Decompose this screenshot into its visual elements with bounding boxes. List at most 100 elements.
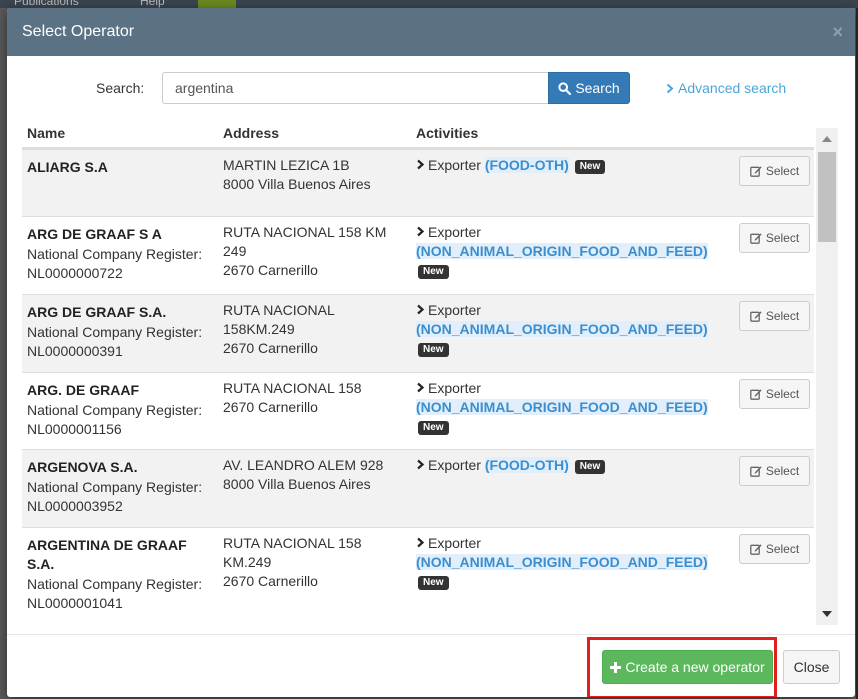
- operators-table: Name Address Activities ALIARG S.A MARTIN…: [22, 120, 840, 618]
- address-line-2: 8000 Villa Buenos Aires: [223, 476, 371, 492]
- table-scrollbar[interactable]: [816, 128, 838, 625]
- edit-icon: [749, 311, 762, 322]
- address-cell: MARTIN LEZICA 1B 8000 Villa Buenos Aires: [223, 156, 409, 194]
- activity-code: (FOOD-OTH): [484, 457, 569, 473]
- address-line-2: 8000 Villa Buenos Aires: [223, 176, 371, 192]
- scroll-down-arrow-icon[interactable]: [822, 611, 832, 617]
- table-header: Name Address Activities: [22, 120, 814, 149]
- search-label: Search:: [96, 80, 145, 96]
- select-operator-button[interactable]: Select: [739, 301, 810, 331]
- register-number: NL0000001041: [27, 595, 123, 611]
- edit-icon: [749, 389, 762, 400]
- advanced-search-link[interactable]: Advanced search: [666, 80, 786, 96]
- operator-name: ARG DE GRAAF S A: [27, 226, 162, 242]
- table-row: ARG DE GRAAF S A National Company Registe…: [22, 216, 814, 294]
- select-operator-button[interactable]: Select: [739, 156, 810, 186]
- table-row: ARGENOVA S.A. National Company Register: N…: [22, 449, 814, 527]
- column-header-address: Address: [223, 125, 280, 141]
- search-button-label: Search: [575, 80, 620, 96]
- select-button-label: Select: [765, 464, 800, 478]
- search-input[interactable]: [162, 72, 549, 104]
- chevron-right-icon: [416, 223, 428, 242]
- scroll-up-arrow-icon[interactable]: [822, 136, 832, 142]
- address-line-2: 2670 Carnerillo: [223, 340, 318, 356]
- new-badge: New: [418, 343, 449, 357]
- address-line-1: RUTA NACIONAL 158 KM 249: [223, 224, 387, 259]
- select-button-label: Select: [765, 231, 800, 245]
- operator-name: ARGENTINA DE GRAAF S.A.: [27, 537, 187, 572]
- select-button-label: Select: [765, 542, 800, 556]
- new-badge: New: [574, 460, 606, 474]
- new-badge: New: [418, 576, 449, 590]
- select-button-label: Select: [765, 309, 800, 323]
- column-header-activities: Activities: [416, 125, 479, 141]
- plus-icon: [610, 661, 622, 673]
- address-line-1: MARTIN LEZICA 1B: [223, 157, 350, 173]
- select-operator-modal: Select Operator × Search: Search Advance…: [7, 8, 855, 697]
- register-number: NL0000001156: [27, 421, 122, 437]
- modal-header: Select Operator ×: [7, 8, 855, 56]
- select-operator-button[interactable]: Select: [739, 456, 810, 486]
- activities-cell: Exporter (FOOD-OTH) New: [416, 456, 736, 475]
- register-label: National Company Register:: [27, 246, 203, 262]
- chevron-right-icon: [666, 83, 674, 93]
- select-operator-button[interactable]: Select: [739, 379, 810, 409]
- scrollbar-thumb[interactable]: [818, 152, 836, 242]
- chevron-right-icon: [416, 534, 428, 553]
- search-row: Search: Search Advanced search: [7, 72, 855, 104]
- background-menubar: Publications Help: [0, 0, 858, 8]
- table-row: ARGENTINA DE GRAAF S.A. National Company …: [22, 527, 814, 618]
- select-button-label: Select: [765, 387, 800, 401]
- activities-cell: Exporter (NON_ANIMAL_ORIGIN_FOOD_AND_FEED…: [416, 534, 736, 591]
- register-number: NL0000000722: [27, 265, 123, 281]
- register-label: National Company Register:: [27, 576, 203, 592]
- column-header-name: Name: [27, 125, 66, 141]
- activity-type: Exporter: [428, 457, 481, 473]
- address-cell: RUTA NACIONAL 158KM.249 2670 Carnerillo: [223, 301, 409, 358]
- name-cell: ARGENTINA DE GRAAF S.A. National Company …: [27, 536, 217, 613]
- name-cell: ARGENOVA S.A. National Company Register: N…: [27, 458, 217, 516]
- activities-cell: Exporter (NON_ANIMAL_ORIGIN_FOOD_AND_FEED…: [416, 379, 736, 436]
- address-line-2: 2670 Carnerillo: [223, 573, 318, 589]
- address-line-2: 2670 Carnerillo: [223, 399, 318, 415]
- operator-name: ARGENOVA S.A.: [27, 459, 138, 475]
- register-label: National Company Register:: [27, 402, 203, 418]
- activity-type: Exporter: [428, 302, 481, 318]
- chevron-right-icon: [416, 379, 428, 398]
- bg-menu-publications: Publications: [14, 0, 79, 8]
- address-line-1: RUTA NACIONAL 158: [223, 380, 362, 396]
- bg-new-pill: [198, 0, 236, 8]
- activities-cell: Exporter (FOOD-OTH) New: [416, 156, 736, 175]
- advanced-search-label: Advanced search: [678, 80, 787, 96]
- activity-type: Exporter: [428, 224, 481, 240]
- operator-name: ALIARG S.A: [27, 159, 108, 175]
- register-number: NL0000003952: [27, 498, 123, 514]
- name-cell: ARG DE GRAAF S A National Company Registe…: [27, 225, 217, 283]
- activity-code: (NON_ANIMAL_ORIGIN_FOOD_AND_FEED): [416, 554, 708, 570]
- new-badge: New: [574, 160, 606, 174]
- activity-code: (NON_ANIMAL_ORIGIN_FOOD_AND_FEED): [416, 399, 708, 415]
- address-line-2: 2670 Carnerillo: [223, 262, 318, 278]
- create-operator-label: Create a new operator: [625, 659, 765, 675]
- table-row: ARG DE GRAAF S.A. National Company Regist…: [22, 294, 814, 372]
- new-badge: New: [418, 421, 449, 435]
- table-row: ARG. DE GRAAF National Company Register: N…: [22, 372, 814, 449]
- chevron-right-icon: [416, 456, 428, 475]
- close-icon[interactable]: ×: [832, 22, 843, 43]
- select-operator-button[interactable]: Select: [739, 223, 810, 253]
- register-number: NL0000000391: [27, 343, 123, 359]
- name-cell: ARG DE GRAAF S.A. National Company Regist…: [27, 303, 217, 361]
- select-button-label: Select: [765, 164, 800, 178]
- select-operator-button[interactable]: Select: [739, 534, 810, 564]
- address-line-1: AV. LEANDRO ALEM 928: [223, 457, 384, 473]
- modal-footer: Create a new operator Close: [7, 634, 855, 697]
- create-operator-button[interactable]: Create a new operator: [602, 650, 773, 684]
- search-button[interactable]: Search: [548, 72, 630, 104]
- address-cell: RUTA NACIONAL 158 KM.249 2670 Carnerillo: [223, 534, 409, 591]
- operator-name: ARG DE GRAAF S.A.: [27, 304, 167, 320]
- close-button[interactable]: Close: [783, 650, 840, 684]
- chevron-right-icon: [416, 301, 428, 320]
- modal-title: Select Operator: [22, 23, 135, 40]
- new-badge: New: [418, 265, 449, 279]
- activity-type: Exporter: [428, 380, 481, 396]
